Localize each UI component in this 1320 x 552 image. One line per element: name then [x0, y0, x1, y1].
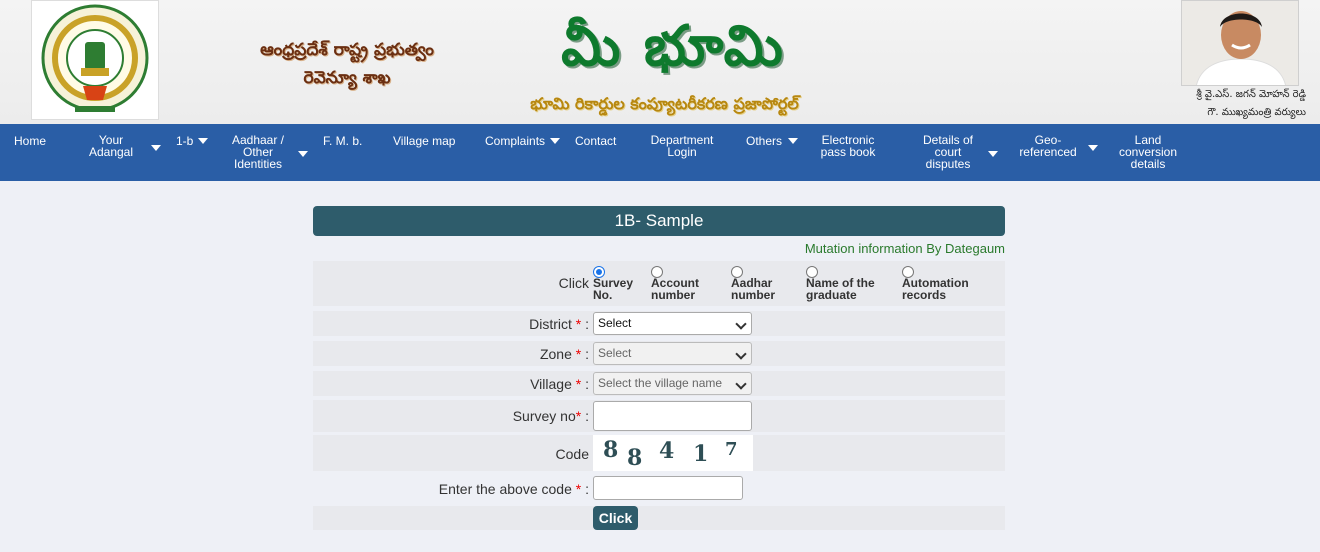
- survey-no-input[interactable]: [593, 401, 752, 431]
- chief-minister-name: శ్రీ వై.ఎస్. జగన్ మోహన్ రెడ్డి: [1196, 89, 1306, 100]
- radio-label: Account number: [651, 276, 699, 302]
- village-label: Village * :: [530, 376, 589, 392]
- nav-aadhaar-other-identities[interactable]: Aadhaar / Other Identities: [228, 134, 288, 170]
- nav-complaints[interactable]: Complaints: [485, 135, 545, 147]
- nav-court-disputes[interactable]: Details of court disputes: [916, 134, 980, 170]
- chevron-down-icon: [735, 348, 747, 360]
- mutation-info-link[interactable]: Mutation information By Dategaum: [805, 241, 1005, 256]
- nav-geo-referenced[interactable]: Geo-referenced: [1014, 134, 1082, 158]
- state-emblem-logo: [31, 0, 159, 120]
- village-select[interactable]: Select the village name: [593, 372, 752, 395]
- chevron-down-icon: [735, 378, 747, 390]
- chevron-down-icon: [988, 151, 998, 157]
- nav-others[interactable]: Others: [746, 135, 782, 147]
- main-navigation: Home Your Adangal 1-b Aadhaar / Other Id…: [0, 124, 1320, 181]
- nav-electronic-pass-book[interactable]: Electronic pass book: [814, 134, 882, 158]
- nav-fmb[interactable]: F. M. b.: [323, 135, 362, 147]
- radio-label: Name of the graduate: [806, 276, 875, 302]
- chevron-down-icon: [735, 318, 747, 330]
- chevron-down-icon: [298, 151, 308, 157]
- district-row: District * : Select: [313, 311, 1005, 336]
- district-label: District * :: [529, 316, 589, 332]
- code-label: Code: [555, 446, 589, 462]
- chevron-down-icon: [1088, 145, 1098, 151]
- nav-home[interactable]: Home: [14, 135, 46, 147]
- chevron-down-icon: [198, 138, 208, 144]
- survey-label: Survey no* :: [512, 408, 589, 424]
- radio-label: Aadhar number: [731, 276, 776, 302]
- captcha-image: 8 8 4 1 7: [593, 435, 753, 471]
- enter-code-row: Enter the above code * :: [313, 474, 1005, 506]
- village-row: Village * : Select the village name: [313, 371, 1005, 396]
- zone-label: Zone * :: [539, 346, 589, 362]
- nav-department-login[interactable]: Department Login: [646, 134, 718, 158]
- chief-minister-photo: [1181, 0, 1299, 86]
- nav-land-conversion-details[interactable]: Land conversion details: [1114, 134, 1182, 170]
- enter-code-label: Enter the above code * :: [438, 481, 589, 497]
- site-header: ఆంధ్రప్రదేశ్ రాష్ట్ర ప్రభుత్వం రెవెన్యూ …: [0, 0, 1320, 124]
- captcha-input[interactable]: [593, 476, 743, 500]
- chevron-down-icon: [151, 145, 161, 151]
- state-department-title: ఆంధ్రప్రదేశ్ రాష్ట్ర ప్రభుత్వం రెవెన్యూ …: [260, 40, 434, 88]
- zone-select[interactable]: Select: [593, 342, 752, 365]
- search-type-row: Click Survey No. Account number Aadhar n…: [313, 261, 1005, 306]
- submit-button[interactable]: Click: [593, 506, 638, 530]
- nav-village-map[interactable]: Village map: [393, 135, 455, 147]
- brand-subtitle: భూమి రికార్డుల కంప్యూటరీకరణ ప్రజాపోర్టల్: [530, 94, 799, 113]
- nav-1b[interactable]: 1-b: [176, 135, 193, 147]
- radio-label: Automation records: [902, 276, 969, 302]
- district-select[interactable]: Select: [593, 312, 752, 335]
- captcha-row: Code 8 8 4 1 7: [313, 435, 1005, 471]
- click-label: Click: [558, 275, 589, 291]
- chevron-down-icon: [550, 138, 560, 144]
- nav-contact[interactable]: Contact: [575, 135, 616, 147]
- zone-row: Zone * : Select: [313, 341, 1005, 366]
- survey-row: Survey no* :: [313, 400, 1005, 432]
- radio-label: Survey No.: [593, 276, 634, 302]
- form-title: 1B- Sample: [313, 206, 1005, 236]
- nav-your-adangal[interactable]: Your Adangal: [84, 134, 138, 158]
- submit-row: Click: [313, 506, 1005, 530]
- chevron-down-icon: [788, 138, 798, 144]
- brand-title: మీ భూమి: [561, 13, 785, 79]
- chief-minister-block: శ్రీ వై.ఎస్. జగన్ మోహన్ రెడ్డి గౌ. ముఖ్య…: [1172, 0, 1306, 124]
- chief-minister-title: గౌ. ముఖ్యమంత్రి వర్యులు: [1207, 107, 1306, 118]
